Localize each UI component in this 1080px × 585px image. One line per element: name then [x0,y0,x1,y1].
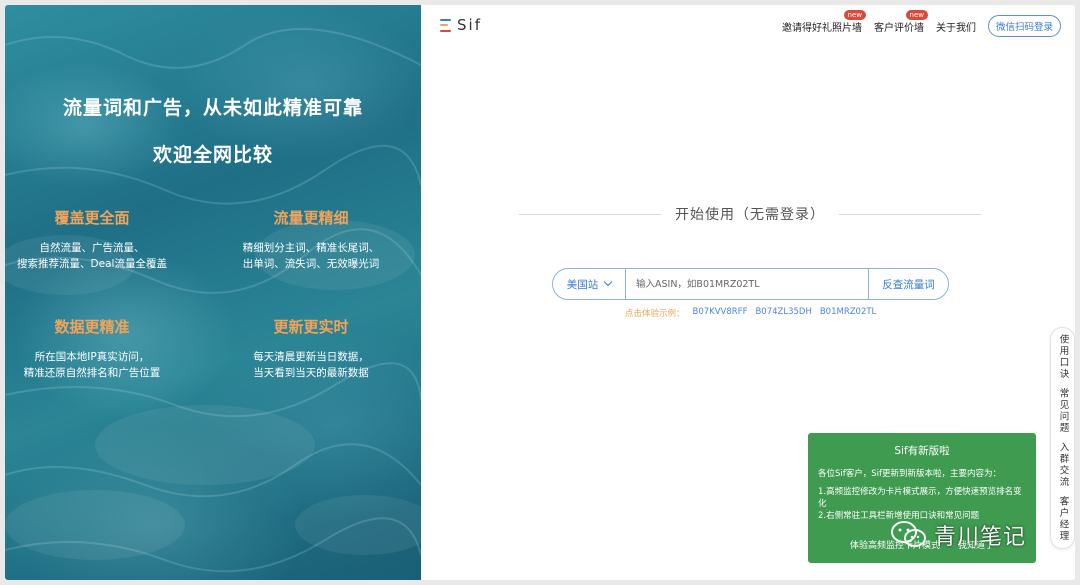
wechat-login-button[interactable]: 微信扫码登录 [987,15,1061,37]
main-panel: Sif 邀请得好礼照片墙 new 客户评价墙 new 关于我们 微信扫码登录 开… [421,5,1075,580]
logo-icon [440,18,451,32]
examples-label: 点击体验示例： [625,309,685,319]
sidebar-item-faq[interactable]: 常见问题 [1057,388,1069,434]
feature-realtime: 更新更实时 每天清晨更新当日数据， 当天看到当天的最新数据 [216,316,406,381]
feature-line: 出单词、流失词、无效曝光词 [242,258,380,270]
asin-search-bar: 美国站 反查流量词 [552,268,949,300]
notice-item: 1.高频监控修改为卡片模式展示，方便快速预览排名变化 [818,487,1022,509]
logo[interactable]: Sif [440,16,482,34]
divider-line [519,213,661,215]
nav-label: 邀请得好礼照片墙 [781,22,862,34]
hero-panel: 流量词和广告，从未如此精准可靠 欢迎全网比较 覆盖更全面 自然流量、广告流量、 … [5,5,421,580]
feature-heading: 流量更精细 [273,209,349,227]
top-nav: 邀请得好礼照片墙 new 客户评价墙 new 关于我们 微信扫码登录 [781,9,1061,37]
nav-invite-wall[interactable]: 邀请得好礼照片墙 new [781,9,866,34]
feature-coverage: 覆盖更全面 自然流量、广告流量、 搜索推荐流量、Deal流量全覆盖 [5,207,187,272]
feature-heading: 数据更精准 [54,318,130,336]
feature-heading: 更新更实时 [273,318,349,336]
nav-label: 客户评价墙 [873,22,924,34]
site-select[interactable]: 美国站 [553,269,626,299]
notice-title: Sif有新版啦 [894,445,950,457]
new-badge: new [905,9,928,20]
side-toolbar: 使用口诀 常见问题 入群交流 客户经理 [1050,327,1075,549]
example-asin-link[interactable]: B01MRZ02TL [820,307,876,319]
new-badge: new [843,9,866,20]
nav-review-wall[interactable]: 客户评价墙 new [873,9,928,34]
query-keywords-button[interactable]: 反查流量词 [868,269,948,299]
logo-text: Sif [457,16,482,34]
feature-accuracy: 数据更精准 所在国本地IP真实访问， 精准还原自然排名和广告位置 [5,316,187,381]
hero-subtitle: 欢迎全网比较 [152,144,273,166]
feature-line: 当天看到当天的最新数据 [253,367,369,379]
feature-line: 自然流量、广告流量、 [39,242,145,254]
wechat-icon [891,521,926,547]
nav-label: 关于我们 [935,22,976,34]
feature-heading: 覆盖更全面 [54,209,130,227]
water-texture [5,28,421,573]
feature-granularity: 流量更精细 精细划分主词、精准长尾词、 出单词、流失词、无效曝光词 [216,207,406,272]
sidebar-item-join-group[interactable]: 入群交流 [1057,442,1069,488]
divider-line [839,213,981,215]
sidebar-item-tips[interactable]: 使用口诀 [1057,334,1069,380]
sidebar-item-account-manager[interactable]: 客户经理 [1057,496,1069,542]
start-label: 开始使用（无需登录） [675,207,825,223]
chevron-down-icon [604,277,613,287]
app-window: 流量词和广告，从未如此精准可靠 欢迎全网比较 覆盖更全面 自然流量、广告流量、 … [5,5,1075,580]
watermark: 青川笔记 [890,519,1026,551]
feature-line: 精准还原自然排名和广告位置 [23,367,161,379]
asin-input[interactable] [626,269,868,299]
start-divider: 开始使用（无需登录） [519,204,981,224]
feature-line: 搜索推荐流量、Deal流量全覆盖 [17,258,167,270]
feature-line: 每天清晨更新当日数据， [253,351,369,363]
feature-line: 精细划分主词、精准长尾词、 [242,242,380,254]
nav-about[interactable]: 关于我们 [936,19,976,34]
example-asin-link[interactable]: B07KVV8RFF [693,307,748,319]
example-asin-link[interactable]: B074ZL35DH [755,307,811,319]
notice-intro: 各位Sif客户，Sif更新到新版本啦，主要内容为： [818,469,1002,479]
example-asins: 点击体验示例： B07KVV8RFF B074ZL35DH B01MRZ02TL [625,307,876,319]
site-select-value: 美国站 [566,278,599,291]
watermark-text: 青川笔记 [934,525,1027,550]
hero-title: 流量词和广告，从未如此精准可靠 [62,97,363,119]
feature-line: 所在国本地IP真实访问， [34,351,150,363]
